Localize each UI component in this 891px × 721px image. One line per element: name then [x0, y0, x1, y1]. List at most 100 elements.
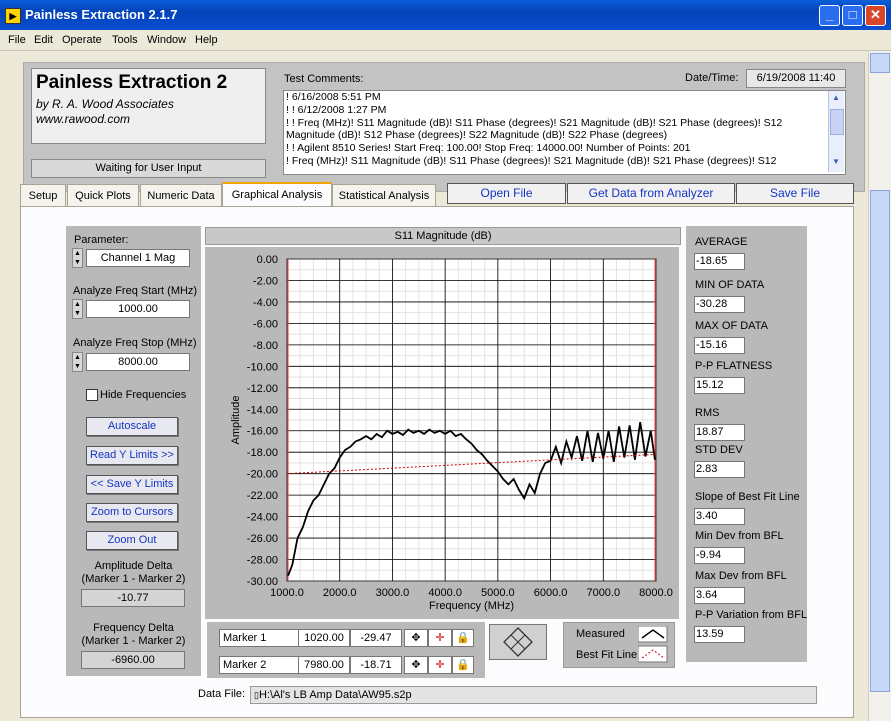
graph-palette-tool[interactable] [489, 624, 547, 660]
parameter-select[interactable]: Channel 1 Mag [86, 249, 190, 267]
x-tick-label: 1000.0 [270, 587, 304, 599]
chevron-up-icon[interactable]: ▲ [830, 93, 842, 105]
freq-delta-label: Frequency Delta [93, 622, 174, 634]
parameter-label: Parameter: [74, 234, 129, 246]
scroll-up-icon[interactable] [870, 53, 890, 73]
start-freq-input[interactable]: 1000.00 [86, 300, 190, 318]
comment-line: ! ! 6/12/2008 1:27 PM [286, 103, 387, 116]
menu-help[interactable]: Help [195, 34, 218, 46]
window-title: Painless Extraction 2.1.7 [25, 7, 178, 22]
zoom-out-button[interactable]: Zoom Out [86, 531, 178, 550]
x-tick-label: 5000.0 [481, 587, 515, 599]
legend-bfl-swatch [638, 645, 668, 663]
cursor-style-icon[interactable]: ✛ [428, 656, 452, 674]
comment-line: ! 6/16/2008 5:51 PM [286, 91, 381, 103]
stat-value: 2.83 [694, 461, 745, 478]
comment-line: ! ! Agilent 8510 Series! Start Freq: 100… [286, 142, 691, 155]
x-tick-label: 4000.0 [428, 587, 462, 599]
y-tick-label: -18.00 [247, 447, 278, 459]
tab-statistical-analysis[interactable]: Statistical Analysis [332, 184, 436, 207]
close-button[interactable]: ✕ [865, 5, 886, 26]
maximize-button[interactable]: □ [842, 5, 863, 26]
labview-icon: ▶ [5, 8, 21, 24]
save-file-button[interactable]: Save File [736, 183, 854, 204]
lock-icon[interactable]: 🔒 [452, 656, 474, 674]
chevron-down-icon[interactable]: ▼ [830, 157, 842, 169]
comments-scroll-thumb[interactable] [830, 109, 844, 135]
crosshair-move-icon[interactable]: ✥ [404, 656, 428, 674]
y-axis-label: Amplitude [230, 396, 242, 445]
logo-title: Painless Extraction 2 [36, 72, 228, 93]
stat-label: MAX OF DATA [695, 320, 768, 332]
autoscale-button[interactable]: Autoscale [86, 417, 178, 436]
y-tick-label: -12.00 [247, 383, 278, 395]
stop-freq-input[interactable]: 8000.00 [86, 353, 190, 371]
stat-label: Min Dev from BFL [695, 530, 784, 542]
marker-amp[interactable]: -29.47 [350, 629, 402, 647]
s11-chart[interactable]: 1000.0 2000.0 3000.0 4000.0 5000.0 6000.0 7000… [205, 247, 679, 619]
x-tick-label: 6000.0 [534, 587, 568, 599]
y-tick-label: -22.00 [247, 490, 278, 502]
stat-label: P-P Variation from BFL [695, 609, 808, 621]
tab-graphical-analysis[interactable]: Graphical Analysis [222, 182, 332, 207]
stat-label: Slope of Best Fit Line [695, 491, 800, 503]
stop-freq-spinner[interactable]: ▲ ▼ [72, 352, 83, 372]
amp-delta-sublabel: (Marker 1 - Marker 2) [81, 573, 186, 585]
stat-label: Max Dev from BFL [695, 570, 787, 582]
y-tick-label: -24.00 [247, 512, 278, 524]
tab-quick-plots[interactable]: Quick Plots [67, 184, 139, 207]
x-axis-label: Frequency (MHz) [429, 600, 514, 612]
freq-delta-value: -6960.00 [81, 651, 185, 669]
stat-value: 18.87 [694, 424, 745, 441]
hide-frequencies-checkbox[interactable] [86, 389, 98, 401]
menu-window[interactable]: Window [147, 34, 186, 46]
y-tick-label: -26.00 [247, 533, 278, 545]
comments-scrollbar[interactable]: ▲ ▼ [828, 91, 844, 172]
stat-value: 15.12 [694, 377, 745, 394]
pan-diamond-icon [503, 627, 533, 657]
y-tick-label: -2.00 [253, 275, 278, 287]
status-indicator: Waiting for User Input [31, 159, 266, 178]
read-y-limits-button[interactable]: Read Y Limits >> [86, 446, 178, 465]
lock-icon[interactable]: 🔒 [452, 629, 474, 647]
date-label: Date/Time: [685, 72, 739, 84]
cursor-style-icon[interactable]: ✛ [428, 629, 452, 647]
y-tick-label: 0.00 [257, 254, 278, 266]
menu-tools[interactable]: Tools [112, 34, 138, 46]
amp-delta-label: Amplitude Delta [94, 560, 173, 572]
menu-operate[interactable]: Operate [62, 34, 102, 46]
hide-frequencies-label: Hide Frequencies [100, 389, 187, 401]
comments-textarea[interactable]: ! 6/16/2008 5:51 PM ! ! 6/12/2008 1:27 P… [283, 90, 846, 175]
start-freq-spinner[interactable]: ▲ ▼ [72, 299, 83, 319]
comments-label: Test Comments: [284, 73, 364, 85]
chart-title: S11 Magnitude (dB) [205, 227, 681, 245]
stat-value: -15.16 [694, 337, 745, 354]
datafile-path: H:\Al's LB Amp Data\AW95.s2p [258, 689, 412, 701]
zoom-to-cursors-button[interactable]: Zoom to Cursors [86, 503, 178, 522]
marker-name[interactable]: Marker 1 [219, 629, 299, 647]
marker-amp[interactable]: -18.71 [350, 656, 402, 674]
stat-value: -30.28 [694, 296, 745, 313]
date-field[interactable]: 6/19/2008 11:40 [746, 69, 846, 88]
datafile-path-field[interactable]: ▯H:\Al's LB Amp Data\AW95.s2p [250, 686, 817, 704]
stat-label: STD DEV [695, 444, 743, 456]
menu-file[interactable]: File [8, 34, 26, 46]
marker-name[interactable]: Marker 2 [219, 656, 299, 674]
stat-label: AVERAGE [695, 236, 748, 248]
start-freq-label: Analyze Freq Start (MHz) [73, 285, 198, 297]
crosshair-move-icon[interactable]: ✥ [404, 629, 428, 647]
open-file-button[interactable]: Open File [447, 183, 566, 204]
get-data-button[interactable]: Get Data from Analyzer [567, 183, 735, 204]
marker-freq[interactable]: 1020.00 [298, 629, 350, 647]
scroll-thumb[interactable] [870, 190, 890, 692]
legend-measured-label: Measured [576, 628, 625, 640]
minimize-button[interactable]: _ [819, 5, 840, 26]
tab-setup[interactable]: Setup [20, 184, 66, 207]
datafile-label: Data File: [198, 688, 246, 700]
comment-line: ! Freq (MHz)! S11 Magnitude (dB)! S11 Ph… [286, 154, 777, 167]
tab-numeric-data[interactable]: Numeric Data [140, 184, 222, 207]
parameter-spinner[interactable]: ▲ ▼ [72, 248, 83, 268]
marker-freq[interactable]: 7980.00 [298, 656, 350, 674]
menu-edit[interactable]: Edit [34, 34, 53, 46]
save-y-limits-button[interactable]: << Save Y Limits [86, 475, 178, 494]
